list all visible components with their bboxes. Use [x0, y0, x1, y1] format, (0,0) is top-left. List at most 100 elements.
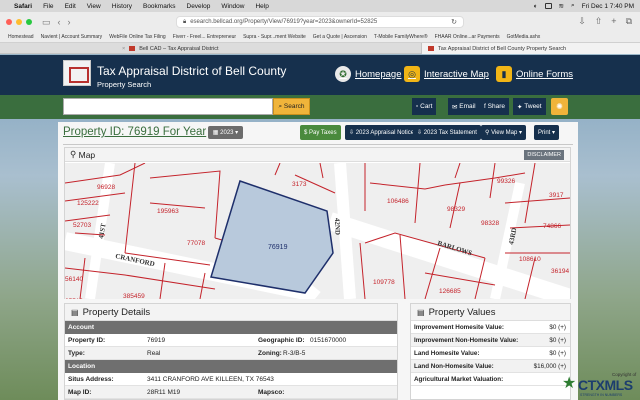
tweet-button[interactable]: ✦ Tweet	[513, 98, 546, 115]
parcel-label: 74866	[543, 223, 561, 230]
menu-view[interactable]: View	[87, 3, 101, 10]
divider	[63, 144, 573, 145]
section-location: Location	[65, 360, 397, 373]
appraisal-notice-label: 2023 Appraisal Notice	[355, 129, 415, 136]
favorite-navient[interactable]: Navient | Account Summary	[41, 34, 103, 40]
watermark-brand: CTXMLS	[578, 377, 633, 393]
print-dropdown[interactable]: Print ▾	[534, 125, 560, 140]
menu-app-name[interactable]: Safari	[14, 3, 32, 10]
property-id-value: 76919	[147, 337, 166, 344]
value-label: Land Homesite Value:	[414, 350, 480, 357]
parcel-label: 65510	[65, 298, 83, 299]
favorite-fiverr[interactable]: Fiverr - Freel... Entrepreneur	[173, 34, 236, 40]
tab-bell-cad[interactable]: × Bell CAD – Tax Appraisal District	[116, 43, 421, 54]
control-center-icon[interactable]: ◐	[534, 3, 538, 10]
appraisal-notice-button[interactable]: ⇩ 2023 Appraisal Notice	[345, 125, 419, 140]
table-row: Property ID: 76919 Geographic ID: 015167…	[65, 334, 397, 347]
type-label: Type:	[68, 350, 85, 357]
favorite-fhaar[interactable]: FHAAR Online...ar Payments	[435, 34, 500, 40]
search-icon[interactable]: ⌕	[571, 2, 575, 10]
zoom-window-button[interactable]	[26, 19, 32, 25]
favorite-gotmedia[interactable]: GotMedia.ashx	[507, 34, 541, 40]
cart-button[interactable]: ▫ Cart	[412, 98, 437, 115]
table-row: Situs Address: 3411 CRANFORD AVE KILLEEN…	[65, 373, 397, 386]
map-id-value: 28R11 M19	[147, 389, 181, 396]
subject-parcel-label: 76919	[268, 244, 288, 251]
parcel-label: 106486	[387, 198, 409, 205]
menu-edit[interactable]: Edit	[65, 3, 76, 10]
cart-label: Cart	[420, 103, 433, 110]
menu-bookmarks[interactable]: Bookmarks	[143, 3, 176, 10]
form-icon: ▮	[496, 66, 512, 82]
cart-icon: ▫	[416, 103, 419, 110]
property-values-title: Property Values	[428, 306, 496, 318]
parcel-label: 96928	[97, 184, 115, 191]
value-label: Agricultural Market Valuation:	[414, 376, 504, 383]
web-page: Tax Appraisal District of Bell County Pr…	[0, 55, 640, 400]
favorite-homestead[interactable]: Homestead	[8, 34, 34, 40]
site-title: Tax Appraisal District of Bell County	[97, 64, 287, 78]
close-tab-icon[interactable]: ×	[122, 46, 125, 52]
favicon	[428, 46, 434, 51]
download-icon: ⇩	[417, 130, 423, 136]
favorite-tmobile[interactable]: T-Mobile FamilyWhere®	[374, 34, 428, 40]
value-row: Improvement Homesite Value: $0 (+)	[411, 321, 570, 334]
sidebar-toggle-icon[interactable]: ▭	[42, 17, 51, 27]
favorite-webfile[interactable]: WebFile Online Tax Filing	[109, 34, 166, 40]
new-tab-icon[interactable]: +	[611, 17, 616, 26]
parcel-label: 195963	[157, 208, 179, 215]
online-forms-label: Online Forms	[516, 68, 574, 80]
tab-property-search[interactable]: Tax Appraisal District of Bell County Pr…	[421, 43, 640, 54]
menubar-clock[interactable]: Fri Dec 1 7:40 PM	[582, 3, 634, 10]
value-amount: $0 (+)	[549, 324, 566, 331]
settings-button[interactable]: ✺	[551, 98, 568, 115]
share-icon[interactable]: ⇧	[595, 17, 603, 26]
menu-file[interactable]: File	[43, 3, 53, 10]
value-row: Improvement Non-Homesite Value: $0 (+)	[411, 334, 570, 347]
wifi-icon[interactable]: ≋	[559, 2, 564, 10]
disclaimer-button[interactable]: DISCLAIMER	[524, 150, 564, 160]
forward-icon[interactable]: ›	[68, 17, 71, 27]
parcel-label: 77078	[187, 240, 205, 247]
favorite-supra[interactable]: Supra - Supr...ment Website	[243, 34, 306, 40]
twitter-icon: ✦	[517, 103, 523, 111]
view-map-dropdown[interactable]: ⚲ View Map ▾	[481, 125, 527, 140]
tweet-label: Tweet	[524, 103, 542, 110]
online-forms-link[interactable]: ▮ Online Forms	[496, 66, 573, 82]
tax-statement-button[interactable]: ⇩ 2023 Tax Statement	[413, 125, 481, 140]
menu-help[interactable]: Help	[255, 3, 268, 10]
parcel-map[interactable]: 96928 125222 52703 195963 77078 3173 106…	[65, 163, 570, 299]
property-values-header: ▤ Property Values	[411, 304, 570, 321]
tad-logo[interactable]	[63, 60, 91, 86]
share-button[interactable]: f Share	[480, 98, 509, 115]
back-icon[interactable]: ‹	[58, 17, 61, 27]
close-window-button[interactable]	[6, 19, 12, 25]
zoning-value: R-3/B-5	[283, 350, 306, 357]
caret-down-icon: ▾	[519, 130, 523, 136]
download-icon[interactable]: ⇩	[578, 17, 586, 26]
search-button[interactable]: ⌕ Search	[273, 98, 310, 115]
email-label: Email	[459, 103, 476, 110]
value-label: Land Non-Homesite Value:	[414, 363, 494, 370]
caret-down-icon: ▾	[235, 130, 239, 136]
parcel-label: 385459	[123, 293, 145, 299]
battery-icon[interactable]	[544, 3, 552, 9]
search-input[interactable]	[63, 98, 273, 115]
reload-icon[interactable]: ↻	[451, 18, 457, 26]
email-button[interactable]: ✉ Email	[448, 98, 480, 115]
year-dropdown[interactable]: ▦ 2023 ▾	[208, 126, 243, 139]
favorite-ascension[interactable]: Get a Quote | Ascension	[313, 34, 367, 40]
homepage-link[interactable]: ✪ Homepage	[335, 66, 401, 82]
url-text: esearch.bellcad.org/Property/View/76919?…	[190, 19, 378, 25]
pay-taxes-button[interactable]: $ Pay Taxes	[300, 125, 341, 140]
minimize-window-button[interactable]	[16, 19, 22, 25]
tab-overview-icon[interactable]: ⧉	[626, 17, 632, 26]
value-row: Land Homesite Value: $0 (+)	[411, 347, 570, 360]
menu-develop[interactable]: Develop	[187, 3, 211, 10]
parcel-label: 98328	[481, 220, 499, 227]
interactive-map-link[interactable]: ◎ Interactive Map	[404, 66, 489, 82]
menu-window[interactable]: Window	[221, 3, 244, 10]
pay-taxes-label: Pay Taxes	[309, 129, 337, 136]
menu-history[interactable]: History	[112, 3, 132, 10]
address-bar[interactable]: 🔒︎ esearch.bellcad.org/Property/View/769…	[176, 16, 464, 28]
